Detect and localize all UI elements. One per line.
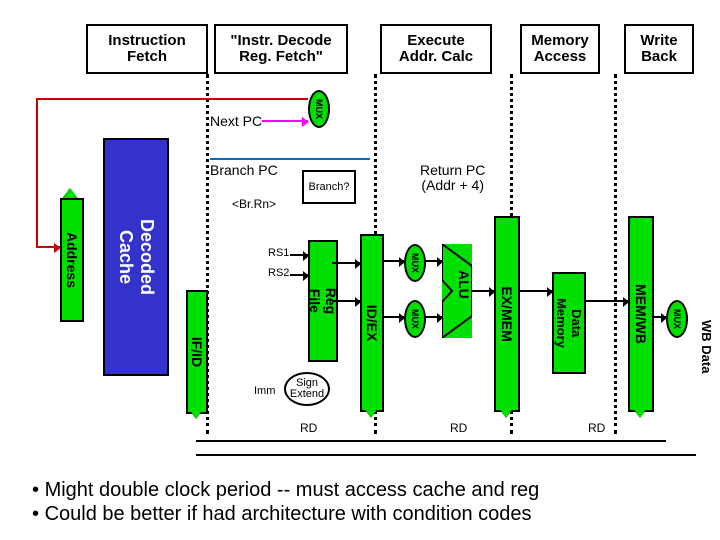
- data-memory-label: Data Memory: [554, 298, 584, 348]
- stage-if: Instruction Fetch: [86, 24, 208, 74]
- rd-label-2: RD: [450, 422, 467, 435]
- wire-dmem-memwb: [584, 300, 628, 302]
- mux-nextpc: MUX: [308, 90, 330, 128]
- rs2-label: RS2: [268, 268, 289, 280]
- data-memory: Data Memory: [552, 272, 586, 374]
- mux-label-3: MUX: [410, 309, 420, 329]
- wire-red-into-addr: [36, 246, 60, 248]
- wire-red-v: [36, 98, 38, 246]
- pipe-id-ex-label: ID/EX: [364, 305, 380, 342]
- wire-blue-branchpc: [210, 158, 370, 160]
- pipe-ex-mem-label: EX/MEM: [499, 286, 515, 341]
- wire-idex-muxa: [382, 260, 404, 262]
- rs1-label: RS1: [268, 248, 289, 260]
- wire-magenta: [262, 120, 308, 122]
- next-pc-label: Next PC: [210, 114, 262, 129]
- stage-id-label: "Instr. Decode Reg. Fetch": [230, 33, 331, 65]
- mux-wb: MUX: [666, 300, 688, 338]
- wire-idex-muxb: [382, 316, 404, 318]
- imm-label: Imm: [254, 386, 275, 398]
- stage-if-label: Instruction Fetch: [108, 33, 186, 65]
- if-id-tri-icon: [189, 409, 203, 419]
- pipe-mem-wb: MEM/WB: [628, 216, 654, 412]
- address-label: Address: [64, 232, 80, 288]
- mux-alu-a: MUX: [404, 244, 426, 282]
- sign-extend-label: Sign Extend: [290, 378, 324, 400]
- mem-wb-tri-icon: [633, 408, 647, 418]
- stage-id: "Instr. Decode Reg. Fetch": [214, 24, 348, 74]
- wire-alu-exmem: [472, 290, 494, 292]
- pipe-if-id: IF/ID: [186, 290, 208, 414]
- wire-memwb-mux: [652, 316, 666, 318]
- branch-check-label: Branch?: [309, 182, 350, 193]
- return-pc-label: Return PC (Addr + 4): [420, 163, 485, 192]
- wire-rd-feedback-2: [196, 454, 696, 456]
- alu-label: ALU: [456, 270, 472, 299]
- wire-red-top: [36, 98, 308, 100]
- sign-extend: Sign Extend: [284, 372, 330, 406]
- wire-exmem-dmem: [518, 290, 552, 292]
- notes: Might double clock period -- must access…: [32, 478, 539, 526]
- rd-label-3: RD: [588, 422, 605, 435]
- stage-wb-label: Write Back: [640, 33, 677, 65]
- stage-mem-label: Memory Access: [531, 33, 589, 65]
- mux-alu-b: MUX: [404, 300, 426, 338]
- mux-label-1: MUX: [314, 99, 324, 119]
- wire-rf-idex-1: [332, 262, 360, 264]
- note-line-1: Might double clock period -- must access…: [32, 478, 539, 502]
- stage-sep-4: [614, 74, 617, 434]
- ex-mem-tri-icon: [499, 408, 513, 418]
- mux-label-2: MUX: [410, 253, 420, 273]
- wire-muxb-alu: [424, 316, 442, 318]
- wire-rs2: [290, 274, 308, 276]
- address-tri-icon: [63, 188, 77, 198]
- decoded-cache-label: Decoded Cache: [115, 219, 157, 295]
- stage-mem: Memory Access: [520, 24, 600, 74]
- stage-ex-label: Execute Addr. Calc: [399, 33, 473, 65]
- decoded-cache: Decoded Cache: [103, 138, 169, 376]
- address-reg: Address: [60, 198, 84, 322]
- pipe-mem-wb-label: MEM/WB: [633, 284, 649, 344]
- pipe-id-ex: ID/EX: [360, 234, 384, 412]
- wire-rf-idex-2: [332, 300, 360, 302]
- wire-rd-feedback-1: [196, 440, 666, 442]
- wire-rs1: [290, 254, 308, 256]
- stage-ex: Execute Addr. Calc: [380, 24, 492, 74]
- id-ex-tri-icon: [364, 408, 378, 418]
- branch-pc-label: Branch PC: [210, 163, 278, 178]
- mux-label-4: MUX: [672, 309, 682, 329]
- note-line-2: Could be better if had architecture with…: [32, 502, 539, 526]
- pipe-ex-mem: EX/MEM: [494, 216, 520, 412]
- wire-muxa-alu: [424, 260, 442, 262]
- branch-check-box: Branch?: [302, 170, 356, 204]
- stage-wb: Write Back: [624, 24, 694, 74]
- br-rn-label: <Br.Rn>: [232, 198, 276, 211]
- wb-data-label: WB Data: [699, 320, 714, 373]
- rd-label-1: RD: [300, 422, 317, 435]
- pipe-if-id-label: IF/ID: [189, 337, 205, 367]
